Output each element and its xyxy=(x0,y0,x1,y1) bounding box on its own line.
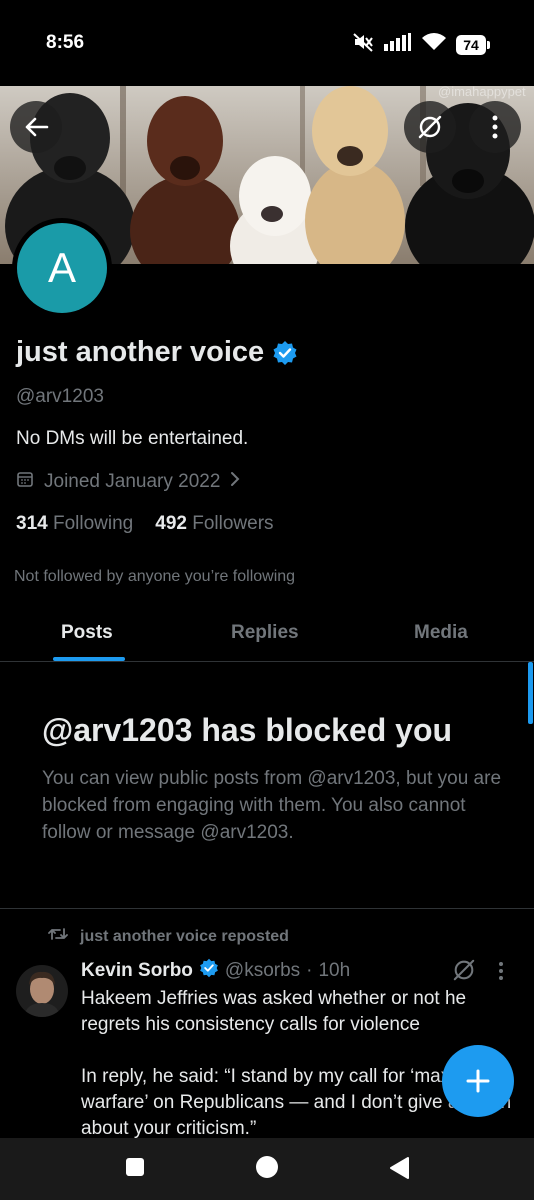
calendar-icon xyxy=(16,470,34,494)
repost-icon xyxy=(48,926,68,947)
more-options-button[interactable] xyxy=(469,101,521,153)
more-vertical-icon xyxy=(499,962,503,980)
back-button[interactable] xyxy=(10,101,62,153)
post-separator: · xyxy=(306,960,313,981)
verified-badge-icon[interactable] xyxy=(199,958,219,984)
post-timestamp[interactable]: 10h xyxy=(318,960,350,982)
following-link[interactable]: 314 Following xyxy=(16,513,133,535)
system-back-button[interactable] xyxy=(388,1156,410,1185)
more-vertical-icon xyxy=(492,115,498,139)
follow-counts: 314 Following 492 Followers xyxy=(16,513,274,535)
back-triangle-icon xyxy=(390,1157,409,1179)
post-more-button[interactable] xyxy=(498,961,504,986)
compose-post-button[interactable] xyxy=(442,1045,514,1117)
profile-bio: No DMs will be entertained. xyxy=(16,428,249,449)
profile-avatar-frame[interactable]: A xyxy=(12,218,112,318)
signal-icon xyxy=(384,33,412,56)
recents-square-icon xyxy=(126,1158,144,1176)
post-author-handle[interactable]: @ksorbs xyxy=(225,960,300,982)
blocked-title: @arv1203 has blocked you xyxy=(42,712,453,748)
divider xyxy=(0,908,534,909)
profile-name: just another voice xyxy=(16,336,265,368)
not-followed-notice: Not followed by anyone you’re following xyxy=(14,568,296,585)
home-circle-icon xyxy=(256,1156,278,1178)
followers-label: Followers xyxy=(192,513,274,534)
following-count: 314 xyxy=(16,513,48,534)
banner-watermark: @imahappypet xyxy=(438,86,526,99)
status-time: 8:56 xyxy=(46,32,85,53)
repost-label[interactable]: just another voice reposted xyxy=(80,928,289,946)
joined-date-row[interactable]: Joined January 2022 xyxy=(16,470,240,494)
grok-icon xyxy=(453,959,475,981)
tab-replies[interactable]: Replies xyxy=(231,622,299,644)
android-nav-bar xyxy=(0,1138,534,1200)
wifi-icon xyxy=(422,33,446,56)
profile-tabs: Posts Replies Media xyxy=(0,604,534,662)
post-author-avatar[interactable] xyxy=(16,965,68,1017)
profile-name-row: just another voice xyxy=(16,336,298,369)
grok-icon xyxy=(418,115,442,139)
followers-link[interactable]: 492 Followers xyxy=(155,513,273,535)
battery-icon: 74 xyxy=(456,34,490,55)
repost-indicator: just another voice reposted xyxy=(48,926,289,947)
home-button[interactable] xyxy=(255,1155,279,1184)
post-author-name[interactable]: Kevin Sorbo xyxy=(81,960,193,982)
profile-handle: @arv1203 xyxy=(16,386,104,407)
post-header: Kevin Sorbo @ksorbs · 10h xyxy=(81,958,350,984)
status-icons: 74 xyxy=(352,32,490,57)
mute-icon xyxy=(352,32,374,57)
tab-media[interactable]: Media xyxy=(414,622,468,644)
avatar[interactable]: A xyxy=(17,223,107,313)
back-arrow-icon xyxy=(25,117,49,137)
status-bar: 8:56 74 xyxy=(0,0,534,86)
recents-button[interactable] xyxy=(124,1156,146,1183)
following-label: Following xyxy=(52,513,134,534)
blocked-description: You can view public posts from @arv1203,… xyxy=(42,768,502,843)
battery-level: 74 xyxy=(456,34,486,55)
active-tab-indicator xyxy=(53,657,125,661)
scrollbar[interactable] xyxy=(528,662,533,724)
chevron-right-icon xyxy=(230,471,240,493)
followers-count: 492 xyxy=(155,513,187,534)
joined-date: Joined January 2022 xyxy=(44,471,221,492)
post-grok-button[interactable] xyxy=(452,958,476,987)
verified-badge-icon[interactable] xyxy=(272,340,298,366)
plus-icon xyxy=(466,1069,490,1093)
grok-button[interactable] xyxy=(404,101,456,153)
tab-posts[interactable]: Posts xyxy=(61,622,113,644)
